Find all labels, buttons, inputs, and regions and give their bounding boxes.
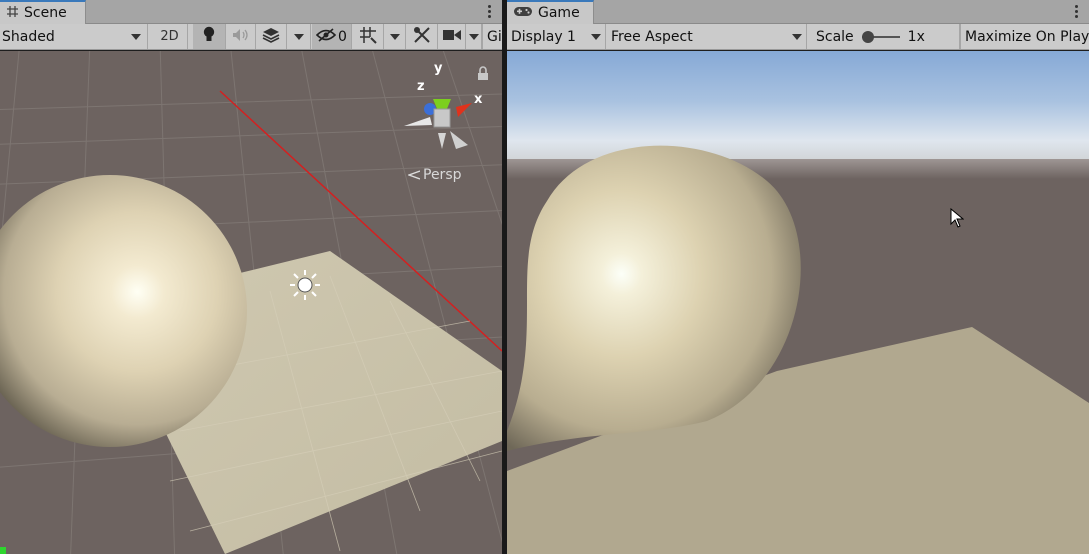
audio-speaker-icon (232, 28, 250, 46)
game-tab-bar: Game (507, 0, 1089, 24)
grid-dropdown-button[interactable] (384, 24, 406, 49)
grid-hash-icon (7, 5, 18, 21)
gizmo-y-label: y (434, 61, 443, 76)
mouse-pointer-icon (950, 208, 964, 228)
gamepad-icon (514, 5, 532, 21)
lighting-bulb-icon (202, 26, 216, 47)
audio-toggle-button[interactable] (226, 24, 256, 49)
toggle-2d-label: 2D (160, 29, 179, 44)
lighting-toggle-button[interactable] (193, 24, 226, 49)
scene-view-panel: Scene Shaded 2D 0 Gi y x z Persp (0, 0, 502, 554)
aspect-value: Free Aspect (611, 28, 693, 45)
skybox (507, 51, 1089, 163)
camera-dropdown-button[interactable] (466, 24, 482, 49)
visibility-eye-slash-icon (315, 27, 337, 46)
chevron-down-icon (792, 33, 802, 40)
grid-snap-icon (359, 26, 377, 48)
game-toolbar: Display 1 Free Aspect Scale 1x Maximize … (507, 24, 1089, 50)
game-viewport[interactable] (507, 51, 1089, 554)
scale-slider-thumb[interactable] (861, 30, 874, 43)
gizmo-z-label: z (417, 79, 425, 94)
game-more-menu-icon[interactable] (1073, 3, 1079, 20)
gizmos-dropdown[interactable]: Gi (482, 24, 502, 49)
directional-light-icon[interactable] (290, 270, 320, 300)
persp-label: Persp (423, 167, 462, 183)
scale-value: 1x (907, 28, 925, 45)
display-value: Display 1 (511, 28, 576, 45)
camera-settings-button[interactable] (438, 24, 466, 49)
tab-game[interactable]: Game (507, 0, 594, 24)
status-indicator (0, 547, 6, 554)
effects-layers-icon (262, 27, 280, 47)
effects-toggle-button[interactable] (256, 24, 287, 49)
aspect-dropdown[interactable]: Free Aspect (607, 24, 807, 49)
scale-label: Scale (816, 28, 854, 45)
camera-icon (442, 29, 461, 45)
hidden-objects-button[interactable]: 0 (312, 24, 352, 49)
maximize-on-play-label: Maximize On Play (965, 28, 1089, 45)
scene-viewport[interactable]: y x z Persp (0, 51, 502, 554)
tab-game-label: Game (538, 5, 580, 21)
grid-snap-button[interactable] (352, 24, 384, 49)
chevron-down-icon (389, 33, 400, 40)
scene-more-menu-icon[interactable] (486, 3, 492, 20)
scale-slider[interactable] (861, 30, 900, 43)
tools-icon (413, 26, 431, 48)
chevron-down-icon (293, 33, 304, 40)
tab-scene-label: Scene (24, 5, 67, 21)
gizmo-x-label: x (474, 92, 483, 107)
maximize-on-play-toggle[interactable]: Maximize On Play (960, 24, 1089, 49)
scene-tab-bar: Scene (0, 0, 502, 24)
tools-button[interactable] (406, 24, 438, 49)
chevron-down-icon (468, 33, 479, 40)
perspective-chevron-icon (408, 170, 420, 180)
scene-toolbar: Shaded 2D 0 Gi (0, 24, 502, 50)
projection-toggle[interactable]: Persp (408, 167, 462, 183)
scale-control: Scale 1x (808, 24, 960, 49)
game-view-panel: Game Display 1 Free Aspect Scale 1x Maxi… (507, 0, 1089, 554)
shading-mode-value: Shaded (2, 28, 55, 45)
chevron-down-icon (591, 33, 601, 40)
gizmos-label: Gi (487, 28, 502, 45)
toggle-2d-button[interactable]: 2D (152, 24, 188, 49)
hidden-objects-count: 0 (338, 28, 347, 45)
display-dropdown[interactable]: Display 1 (507, 24, 606, 49)
chevron-down-icon (131, 33, 141, 40)
effects-dropdown-button[interactable] (287, 24, 311, 49)
shading-mode-dropdown[interactable]: Shaded (0, 24, 148, 49)
tab-scene[interactable]: Scene (0, 0, 86, 24)
